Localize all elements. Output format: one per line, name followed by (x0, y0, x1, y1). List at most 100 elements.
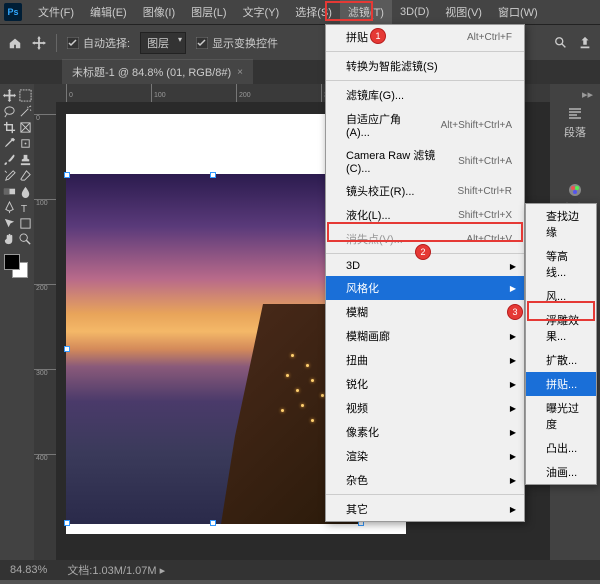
menu-item[interactable]: 渲染 (326, 444, 524, 468)
menu-item-label: 凸出... (546, 440, 584, 456)
menu-item[interactable]: Camera Raw 滤镜(C)...Shift+Ctrl+A (326, 143, 524, 179)
crop-tool[interactable] (2, 120, 16, 134)
menu-item[interactable]: 浮雕效果... (526, 308, 596, 348)
menu-item[interactable]: 锐化 (326, 372, 524, 396)
share-icon[interactable] (578, 36, 592, 50)
brush-tool[interactable] (2, 152, 16, 166)
pen-tool[interactable] (2, 200, 16, 214)
document-tab-title: 未标题-1 @ 84.8% (01, RGB/8#) (72, 64, 231, 80)
menu-item[interactable]: 自适应广角(A)...Alt+Shift+Ctrl+A (326, 107, 524, 143)
show-transform-checkbox[interactable]: 显示变换控件 (196, 35, 278, 51)
menu-item[interactable]: 像素化 (326, 420, 524, 444)
zoom-value[interactable]: 84.83% (10, 564, 47, 576)
annotation-marker-3: 3 (507, 304, 523, 320)
menu-item[interactable]: 曝光过度 (526, 396, 596, 436)
menu-item[interactable]: 风格化 (326, 276, 524, 300)
gradient-tool[interactable] (2, 184, 16, 198)
menu-item-label: 消失点(V)... (346, 231, 446, 247)
show-transform-label: 显示变换控件 (212, 35, 278, 51)
menu-item-label: 油画... (546, 464, 584, 480)
frame-tool[interactable] (18, 120, 32, 134)
transform-handle[interactable] (64, 346, 70, 352)
menu-item[interactable]: 转换为智能滤镜(S) (326, 51, 524, 78)
blur-tool[interactable] (18, 184, 32, 198)
tools-palette: T (0, 84, 34, 560)
menu-item-label: 像素化 (346, 424, 512, 440)
zoom-tool[interactable] (18, 232, 32, 246)
menu-item[interactable]: 其它 (326, 494, 524, 521)
menu-item[interactable]: 视频 (326, 396, 524, 420)
menu-image[interactable]: 图像(I) (135, 0, 183, 24)
menu-window[interactable]: 窗口(W) (490, 0, 546, 24)
lasso-tool[interactable] (2, 104, 16, 118)
close-tab-icon[interactable]: × (237, 67, 243, 78)
auto-select-dropdown[interactable]: 图层 (140, 32, 186, 54)
menu-item-label: 液化(L)... (346, 207, 438, 223)
menu-item[interactable]: 查找边缘 (526, 204, 596, 244)
menu-item[interactable]: 液化(L)...Shift+Ctrl+X (326, 203, 524, 227)
document-tab[interactable]: 未标题-1 @ 84.8% (01, RGB/8#) × (62, 59, 253, 84)
menu-item-label: 模糊画廊 (346, 328, 512, 344)
canvas-image[interactable] (66, 174, 361, 524)
menu-item-label: 扩散... (546, 352, 584, 368)
shape-tool[interactable] (18, 216, 32, 230)
menu-item[interactable]: 模糊画廊 (326, 324, 524, 348)
marquee-tool[interactable] (18, 88, 32, 102)
menu-item-label: 锐化 (346, 376, 512, 392)
color-swatches[interactable] (2, 254, 32, 284)
status-bar: 84.83% 文档:1.03M/1.07M ▸ (0, 560, 600, 580)
ruler-v-tick: 200 (34, 284, 56, 292)
menu-item[interactable]: 扭曲 (326, 348, 524, 372)
transform-handle[interactable] (210, 520, 216, 526)
menu-edit[interactable]: 编辑(E) (82, 0, 135, 24)
menu-item-label: 等高线... (546, 248, 584, 280)
type-tool[interactable]: T (18, 200, 32, 214)
auto-select-checkbox[interactable]: 自动选择: (67, 35, 130, 51)
menu-item[interactable]: 滤镜库(G)... (326, 80, 524, 107)
menu-shortcut: Alt+Shift+Ctrl+A (441, 120, 512, 131)
ruler-h-tick: 100 (151, 84, 166, 102)
menu-item-label: 模糊 (346, 304, 512, 320)
menu-item[interactable]: 扩散... (526, 348, 596, 372)
menu-item[interactable]: 油画... (526, 460, 596, 484)
menu-file[interactable]: 文件(F) (30, 0, 82, 24)
menu-item[interactable]: 杂色 (326, 468, 524, 492)
doc-info[interactable]: 文档:1.03M/1.07M ▸ (67, 562, 165, 578)
menu-item[interactable]: 镜头校正(R)...Shift+Ctrl+R (326, 179, 524, 203)
ruler-v-tick: 300 (34, 369, 56, 377)
heal-tool[interactable] (18, 136, 32, 150)
stamp-tool[interactable] (18, 152, 32, 166)
menu-item[interactable]: 拼贴... (526, 372, 596, 396)
move-tool-icon[interactable] (32, 36, 46, 50)
eyedropper-tool[interactable] (2, 136, 16, 150)
ruler-vertical: 0 100 200 300 400 (34, 84, 56, 560)
menu-select[interactable]: 选择(S) (287, 0, 340, 24)
panel-paragraph[interactable]: 段落 (553, 102, 597, 144)
home-icon[interactable] (8, 36, 22, 50)
transform-handle[interactable] (64, 520, 70, 526)
panel-collapse-icon[interactable]: ▸▸ (553, 88, 597, 100)
path-tool[interactable] (2, 216, 16, 230)
history-brush-tool[interactable] (2, 168, 16, 182)
stylize-submenu-dropdown: 查找边缘等高线... 风...浮雕效果... 扩散... 拼贴... 曝光过度凸出...… (525, 203, 597, 485)
eraser-tool[interactable] (18, 168, 32, 182)
menu-item[interactable]: 风... (526, 284, 596, 308)
menu-item-label: 曝光过度 (546, 400, 584, 432)
hand-tool[interactable] (2, 232, 16, 246)
fg-color-swatch[interactable] (4, 254, 20, 270)
menu-layer[interactable]: 图层(L) (183, 0, 234, 24)
menu-type[interactable]: 文字(Y) (235, 0, 288, 24)
menu-item[interactable]: 等高线... (526, 244, 596, 284)
menu-3d[interactable]: 3D(D) (392, 2, 437, 22)
search-icon[interactable] (554, 36, 568, 50)
menu-filter[interactable]: 滤镜(T) (340, 0, 392, 24)
annotation-marker-1: 1 (370, 28, 386, 44)
wand-tool[interactable] (18, 104, 32, 118)
menu-item[interactable]: 拼贴Alt+Ctrl+F (326, 25, 524, 49)
transform-handle[interactable] (210, 172, 216, 178)
move-tool[interactable] (2, 88, 16, 102)
transform-handle[interactable] (64, 172, 70, 178)
menu-item[interactable]: 凸出... (526, 436, 596, 460)
menu-item[interactable]: 模糊 (326, 300, 524, 324)
menu-view[interactable]: 视图(V) (437, 0, 490, 24)
